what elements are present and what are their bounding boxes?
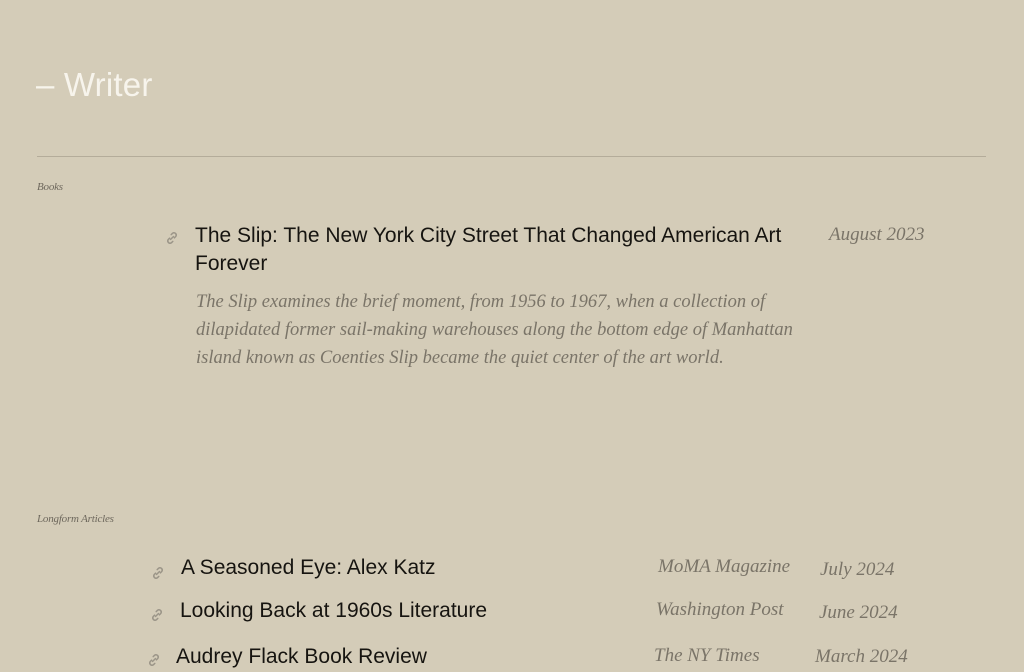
header-divider (37, 156, 986, 157)
book-title-link[interactable]: The Slip: The New York City Street That … (195, 222, 795, 278)
section-label-books: Books (37, 181, 63, 193)
article-publication: Washington Post (656, 599, 784, 620)
book-date: August 2023 (829, 224, 925, 245)
article-publication: MoMA Magazine (658, 556, 791, 577)
article-date: March 2024 (815, 646, 908, 667)
article-publication: The NY Times (654, 645, 760, 666)
link-icon[interactable] (149, 607, 165, 623)
article-date: July 2024 (820, 559, 895, 580)
article-title-link[interactable]: Looking Back at 1960s Literature (180, 597, 487, 625)
link-icon[interactable] (150, 565, 166, 581)
section-label-articles: Longform Articles (37, 513, 114, 525)
link-icon[interactable] (146, 652, 162, 668)
page-title: – Writer (36, 66, 153, 103)
article-title-link[interactable]: Audrey Flack Book Review (176, 643, 427, 671)
link-icon[interactable] (164, 230, 180, 246)
article-title-link[interactable]: A Seasoned Eye: Alex Katz (181, 554, 436, 582)
article-date: June 2024 (819, 602, 898, 623)
book-description: The Slip examines the brief moment, from… (196, 292, 793, 368)
